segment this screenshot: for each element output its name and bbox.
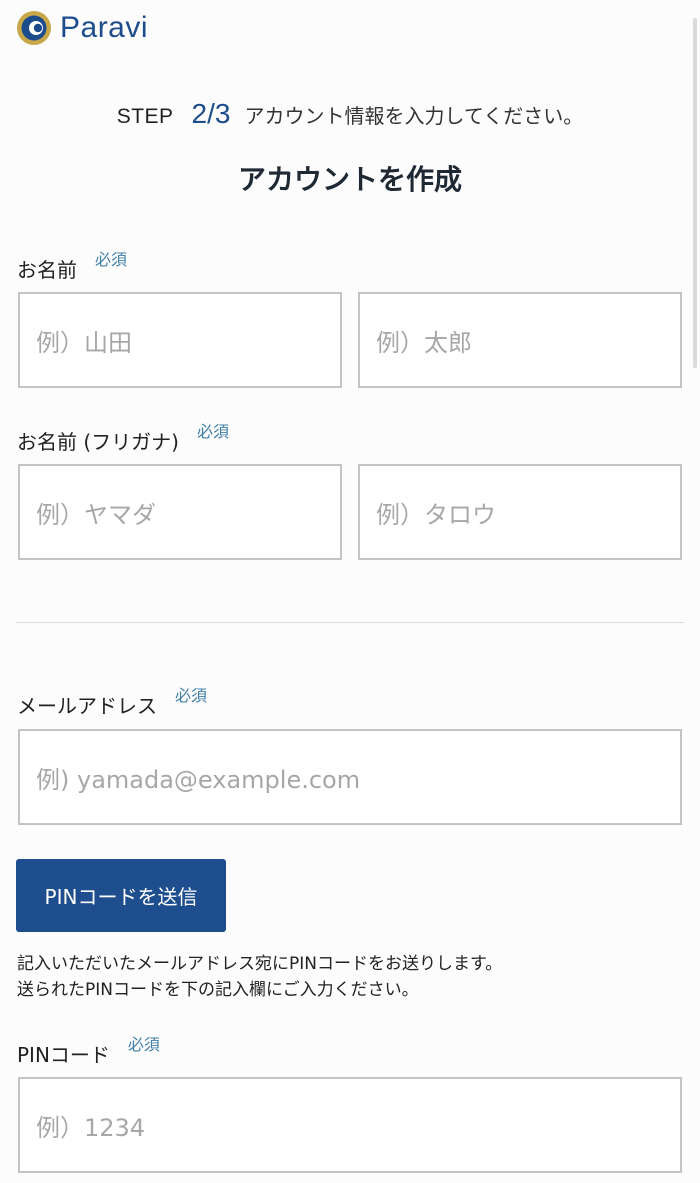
- email-input[interactable]: 例) yamada@example.com: [18, 729, 682, 825]
- required-badge: 必須: [196, 422, 229, 441]
- step-indicator: STEP 2/3 アカウント情報を入力してください。: [0, 98, 700, 130]
- paravi-logo-icon: [17, 11, 51, 45]
- required-badge: 必須: [127, 1035, 160, 1054]
- step-label: STEP: [116, 105, 174, 128]
- first-name-input[interactable]: 例）太郎: [358, 292, 682, 388]
- pin-note-line-1: 記入いただいたメールアドレス宛にPINコードをお送りします。: [17, 954, 503, 974]
- last-name-input[interactable]: 例）山田: [18, 292, 342, 388]
- first-name-kana-placeholder: 例）タロウ: [376, 500, 496, 529]
- step-description: アカウント情報を入力してください。: [244, 104, 584, 128]
- pin-label-row: PINコード 必須: [17, 1035, 160, 1068]
- furigana-label-row: お名前 (フリガナ) 必須: [17, 422, 229, 455]
- furigana-label: お名前 (フリガナ): [17, 430, 179, 454]
- pin-input[interactable]: 例）1234: [18, 1077, 682, 1173]
- logo[interactable]: Paravi: [16, 8, 148, 48]
- section-divider: [16, 622, 684, 623]
- step-number: 2/3: [191, 98, 231, 129]
- send-pin-button[interactable]: PINコードを送信: [16, 859, 226, 932]
- logo-text: Paravi: [60, 11, 149, 44]
- name-label-row: お名前 必須: [17, 250, 127, 283]
- name-label: お名前: [17, 258, 77, 282]
- signup-page: Paravi STEP 2/3 アカウント情報を入力してください。 アカウントを…: [0, 0, 700, 1183]
- pin-label: PINコード: [17, 1043, 110, 1067]
- required-badge: 必須: [175, 686, 208, 705]
- page-title: アカウントを作成: [237, 163, 462, 196]
- email-label-row: メールアドレス 必須: [17, 686, 207, 719]
- required-badge: 必須: [95, 250, 128, 269]
- first-name-placeholder: 例）太郎: [376, 328, 472, 357]
- email-placeholder: 例) yamada@example.com: [36, 765, 361, 794]
- pin-note: 記入いただいたメールアドレス宛にPINコードをお送りします。 送られたPINコー…: [17, 951, 502, 1003]
- pin-placeholder: 例）1234: [36, 1113, 146, 1142]
- last-name-kana-placeholder: 例）ヤマダ: [36, 500, 156, 529]
- email-label: メールアドレス: [17, 694, 157, 718]
- last-name-kana-input[interactable]: 例）ヤマダ: [18, 464, 342, 560]
- pin-note-line-2: 送られたPINコードを下の記入欄にご入力ください。: [17, 980, 419, 1000]
- first-name-kana-input[interactable]: 例）タロウ: [358, 464, 682, 560]
- last-name-placeholder: 例）山田: [36, 328, 132, 357]
